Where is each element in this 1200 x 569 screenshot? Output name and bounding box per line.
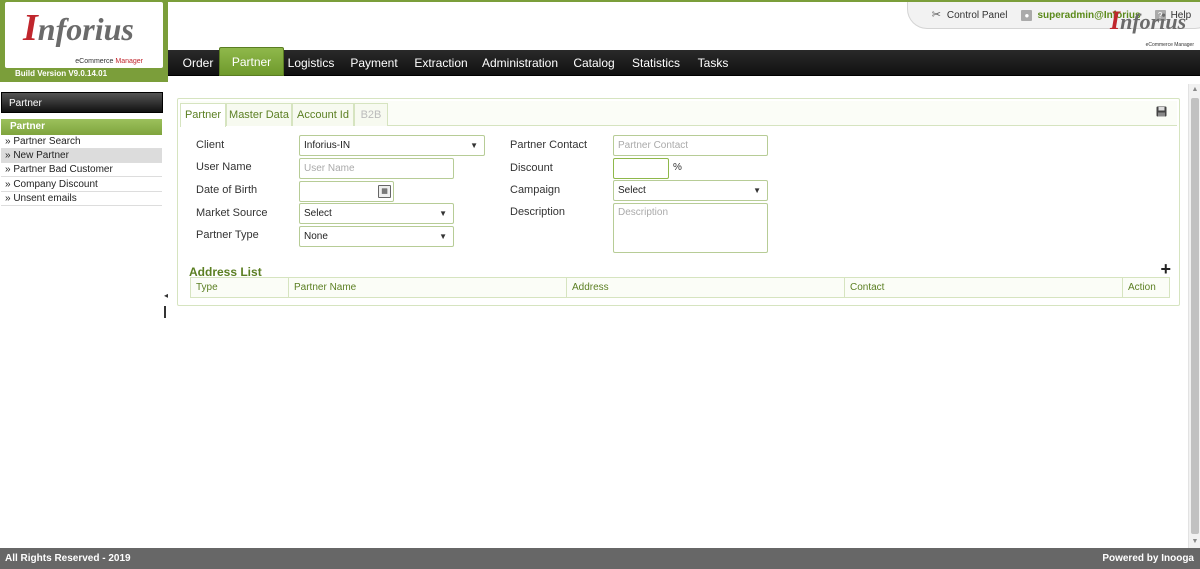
discount-label: Discount [510,162,553,174]
sidebar-item-partner-search[interactable]: » Partner Search [1,135,162,149]
market-source-value: Select [304,208,332,219]
save-icon[interactable] [1156,106,1167,117]
nav-catalog[interactable]: Catalog [570,50,618,76]
tab-account-id[interactable]: Account Id [292,103,354,126]
sidebar-title[interactable]: Partner [1,92,163,113]
logo-right-sub-accent: Manager [1174,42,1194,48]
footer: All Rights Reserved - 2019 Powered by In… [0,548,1200,569]
header: ✂ Control Panel ● superadmin@Inforius ? … [168,0,1200,50]
nav-extraction[interactable]: Extraction [411,50,471,76]
scroll-down-icon[interactable]: ▼ [1189,536,1200,548]
sidebar-item-new-partner[interactable]: » New Partner [1,149,162,163]
dob-input[interactable]: ▦ [299,181,394,202]
sidebar-item-unsent-emails[interactable]: » Unsent emails [1,192,162,206]
tab-b2b: B2B [354,103,388,126]
logo-panel: Inforius eCommerce Manager Build Version… [0,0,168,82]
chevron-down-icon: ▼ [470,141,478,150]
campaign-value: Select [618,185,646,196]
logo-right-initial: I [1110,6,1121,35]
logo[interactable]: Inforius eCommerce Manager [5,2,163,68]
description-textarea[interactable]: Description [613,203,768,253]
nav-order[interactable]: Order [176,50,220,76]
tab-partner[interactable]: Partner [180,103,226,127]
tools-icon: ✂ [931,8,941,21]
control-panel-label: Control Panel [946,9,1008,21]
nav-tasks[interactable]: Tasks [693,50,733,76]
partner-contact-label: Partner Contact [510,139,588,151]
splitter-bar [164,306,166,318]
tab-master-data[interactable]: Master Data [226,103,292,126]
chevron-down-icon: ▼ [753,186,761,195]
discount-input[interactable] [613,158,669,179]
logo-rest: nforius [37,11,134,47]
user-name-input[interactable]: User Name [299,158,454,179]
discount-unit: % [673,162,682,173]
nav-logistics[interactable]: Logistics [285,50,337,76]
address-table-header: Type Partner Name Address Contact Action [190,277,1170,298]
user-icon: ● [1021,9,1033,21]
col-action[interactable]: Action [1123,278,1169,297]
sidebar-collapse-handle[interactable]: ◂ [164,291,169,322]
sidebar-item-company-discount[interactable]: » Company Discount [1,178,162,192]
client-value: Inforius-IN [304,140,351,151]
sidebar-group-header[interactable]: Partner [1,119,162,135]
partner-type-label: Partner Type [196,229,259,241]
partner-type-select[interactable]: None ▼ [299,226,454,247]
chevron-down-icon: ▼ [439,232,447,241]
control-panel-link[interactable]: ✂ Control Panel [931,8,1008,21]
col-address[interactable]: Address [567,278,845,297]
logo-right-rest: nforius [1120,9,1187,34]
col-contact[interactable]: Contact [845,278,1123,297]
nav-administration[interactable]: Administration [480,50,560,76]
campaign-select[interactable]: Select ▼ [613,180,768,201]
scroll-up-icon[interactable]: ▲ [1189,84,1200,96]
logo-right-sub: eCommerce [1145,42,1173,48]
partner-panel: Partner Master Data Account Id B2B Clien… [177,98,1180,306]
description-label: Description [510,206,566,218]
content-area: Partner Master Data Account Id B2B Clien… [168,76,1188,548]
nav-partner[interactable]: Partner [219,47,284,76]
logo-initial: I [23,7,38,49]
chevron-down-icon: ▼ [439,209,447,218]
vertical-scrollbar[interactable]: ▲ ▼ [1188,84,1200,548]
powered-by: Powered by Inooga [1102,553,1194,564]
nav-payment[interactable]: Payment [346,50,402,76]
col-type[interactable]: Type [191,278,289,297]
tab-bar: Partner Master Data Account Id B2B [180,101,1177,127]
market-source-label: Market Source [196,207,268,219]
logo-sub: eCommerce [75,58,114,65]
sidebar: Partner Partner » Partner Search » New P… [0,82,168,548]
partner-contact-input[interactable]: Partner Contact [613,135,768,156]
client-select[interactable]: Inforius-IN ▼ [299,135,485,156]
collapse-arrow-icon: ◂ [164,291,169,300]
build-version: Build Version V9.0.14.01 [15,69,108,78]
market-source-select[interactable]: Select ▼ [299,203,454,224]
user-name-label: User Name [196,161,252,173]
sidebar-item-partner-bad-customer[interactable]: » Partner Bad Customer [1,163,162,177]
logo-sub-accent: Manager [115,58,143,65]
campaign-label: Campaign [510,184,561,196]
dob-label: Date of Birth [196,184,258,196]
calendar-icon[interactable]: ▦ [378,185,391,198]
nav-statistics[interactable]: Statistics [629,50,683,76]
client-label: Client [196,139,225,151]
logo-right: Inforius eCommerce Manager [1110,6,1194,50]
scroll-thumb[interactable] [1191,98,1199,534]
col-partner-name[interactable]: Partner Name [289,278,567,297]
partner-type-value: None [304,231,328,242]
main-nav: Order Partner Logistics Payment Extracti… [168,47,1200,76]
copyright: All Rights Reserved - 2019 [5,553,131,564]
